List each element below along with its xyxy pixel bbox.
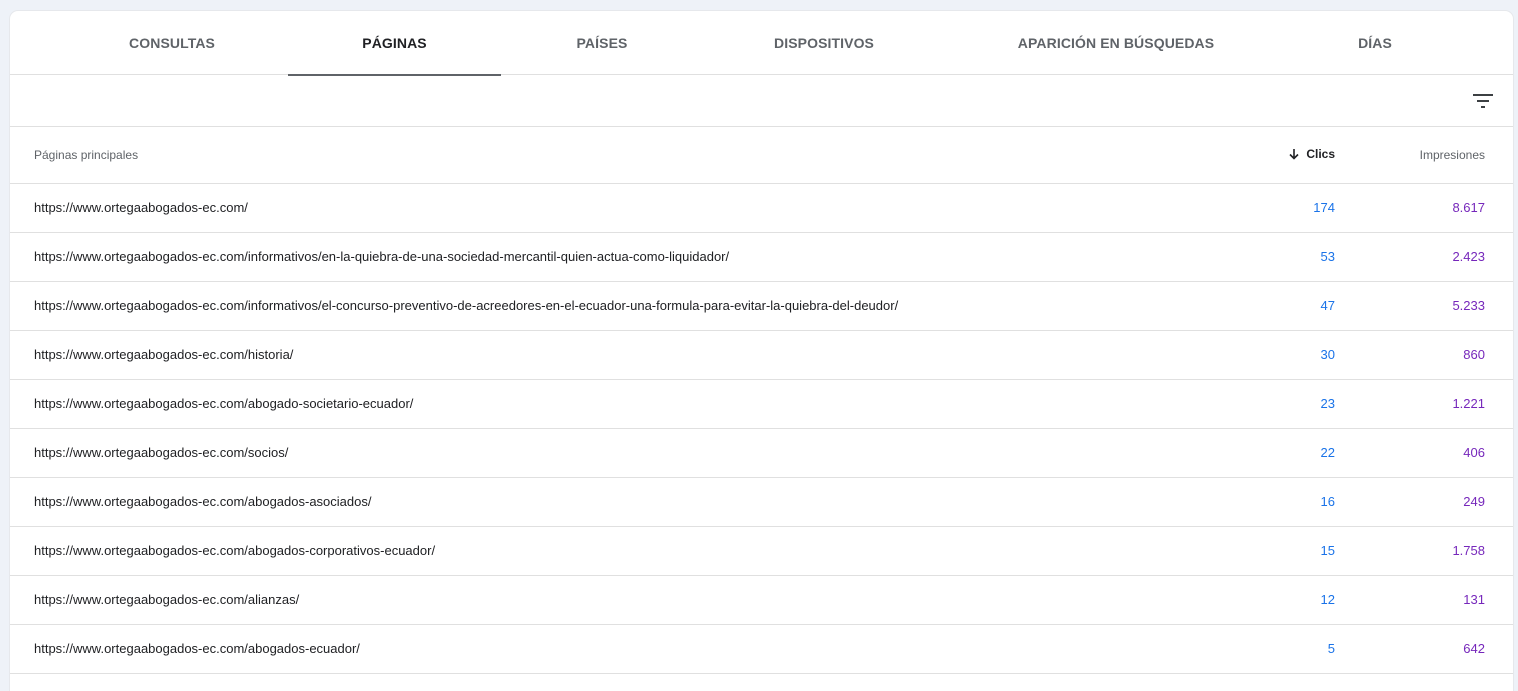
table-row[interactable]: https://www.ortegaabogados-ec.com/histor… — [10, 331, 1513, 380]
table-toolbar — [10, 75, 1513, 127]
row-clicks: 53 — [1320, 249, 1335, 264]
row-url: https://www.ortegaabogados-ec.com/alianz… — [34, 592, 300, 607]
tab-bar: CONSULTAS PÁGINAS PAÍSES DISPOSITIVOS AP… — [10, 11, 1513, 76]
tab-days[interactable]: DÍAS — [1310, 11, 1440, 75]
row-clicks: 12 — [1320, 592, 1335, 607]
row-impressions: 642 — [1463, 641, 1485, 656]
row-clicks: 30 — [1320, 347, 1335, 362]
row-url: https://www.ortegaabogados-ec.com/abogad… — [34, 396, 414, 411]
row-clicks: 22 — [1320, 445, 1335, 460]
row-url: https://www.ortegaabogados-ec.com/inform… — [34, 298, 899, 313]
row-impressions: 860 — [1463, 347, 1485, 362]
row-url: https://www.ortegaabogados-ec.com/histor… — [34, 347, 294, 362]
tab-queries[interactable]: CONSULTAS — [74, 11, 270, 75]
tab-countries[interactable]: PAÍSES — [520, 11, 684, 75]
row-url: https://www.ortegaabogados-ec.com/abogad… — [34, 641, 360, 656]
row-impressions: 406 — [1463, 445, 1485, 460]
table-row[interactable]: https://www.ortegaabogados-ec.com/abogad… — [10, 478, 1513, 527]
arrow-down-icon — [1289, 149, 1299, 160]
row-url: https://www.ortegaabogados-ec.com/abogad… — [34, 543, 436, 558]
row-clicks: 15 — [1320, 543, 1335, 558]
table-row[interactable]: https://www.ortegaabogados-ec.com/alianz… — [10, 576, 1513, 625]
row-impressions: 131 — [1463, 592, 1485, 607]
table-row[interactable]: https://www.ortegaabogados-ec.com/socios… — [10, 429, 1513, 478]
row-url: https://www.ortegaabogados-ec.com/ — [34, 200, 248, 215]
column-header-clicks[interactable]: Clics — [1288, 147, 1335, 161]
row-clicks: 47 — [1320, 298, 1335, 313]
row-clicks: 16 — [1320, 494, 1335, 509]
column-header-clicks-label: Clics — [1306, 147, 1335, 161]
row-impressions: 1.221 — [1452, 396, 1485, 411]
table-header: Páginas principales Clics Impresiones — [10, 127, 1513, 184]
row-clicks: 174 — [1313, 200, 1335, 215]
row-url: https://www.ortegaabogados-ec.com/abogad… — [34, 494, 372, 509]
tab-devices[interactable]: DISPOSITIVOS — [726, 11, 922, 75]
performance-card: CONSULTAS PÁGINAS PAÍSES DISPOSITIVOS AP… — [10, 11, 1513, 691]
column-header-pages: Páginas principales — [34, 148, 139, 162]
filter-list-icon — [1473, 94, 1493, 108]
row-url: https://www.ortegaabogados-ec.com/socios… — [34, 445, 289, 460]
table-row[interactable]: https://www.ortegaabogados-ec.com/abogad… — [10, 527, 1513, 576]
tab-search-appearance[interactable]: APARICIÓN EN BÚSQUEDAS — [1000, 11, 1232, 75]
row-impressions: 249 — [1463, 494, 1485, 509]
row-url: https://www.ortegaabogados-ec.com/inform… — [34, 249, 730, 264]
table-row[interactable]: https://www.ortegaabogados-ec.com/inform… — [10, 233, 1513, 282]
row-impressions: 2.423 — [1452, 249, 1485, 264]
row-clicks: 23 — [1320, 396, 1335, 411]
table-row[interactable]: https://www.ortegaabogados-ec.com/abogad… — [10, 625, 1513, 674]
filter-button[interactable] — [1469, 87, 1497, 115]
tab-pages[interactable]: PÁGINAS — [288, 11, 501, 76]
table-body: https://www.ortegaabogados-ec.com/ 174 8… — [10, 184, 1513, 674]
table-row[interactable]: https://www.ortegaabogados-ec.com/ 174 8… — [10, 184, 1513, 233]
row-impressions: 8.617 — [1452, 200, 1485, 215]
table-row[interactable]: https://www.ortegaabogados-ec.com/inform… — [10, 282, 1513, 331]
table-row[interactable]: https://www.ortegaabogados-ec.com/abogad… — [10, 380, 1513, 429]
column-header-impressions[interactable]: Impresiones — [1420, 148, 1485, 162]
row-impressions: 1.758 — [1452, 543, 1485, 558]
row-impressions: 5.233 — [1452, 298, 1485, 313]
row-clicks: 5 — [1327, 641, 1335, 656]
